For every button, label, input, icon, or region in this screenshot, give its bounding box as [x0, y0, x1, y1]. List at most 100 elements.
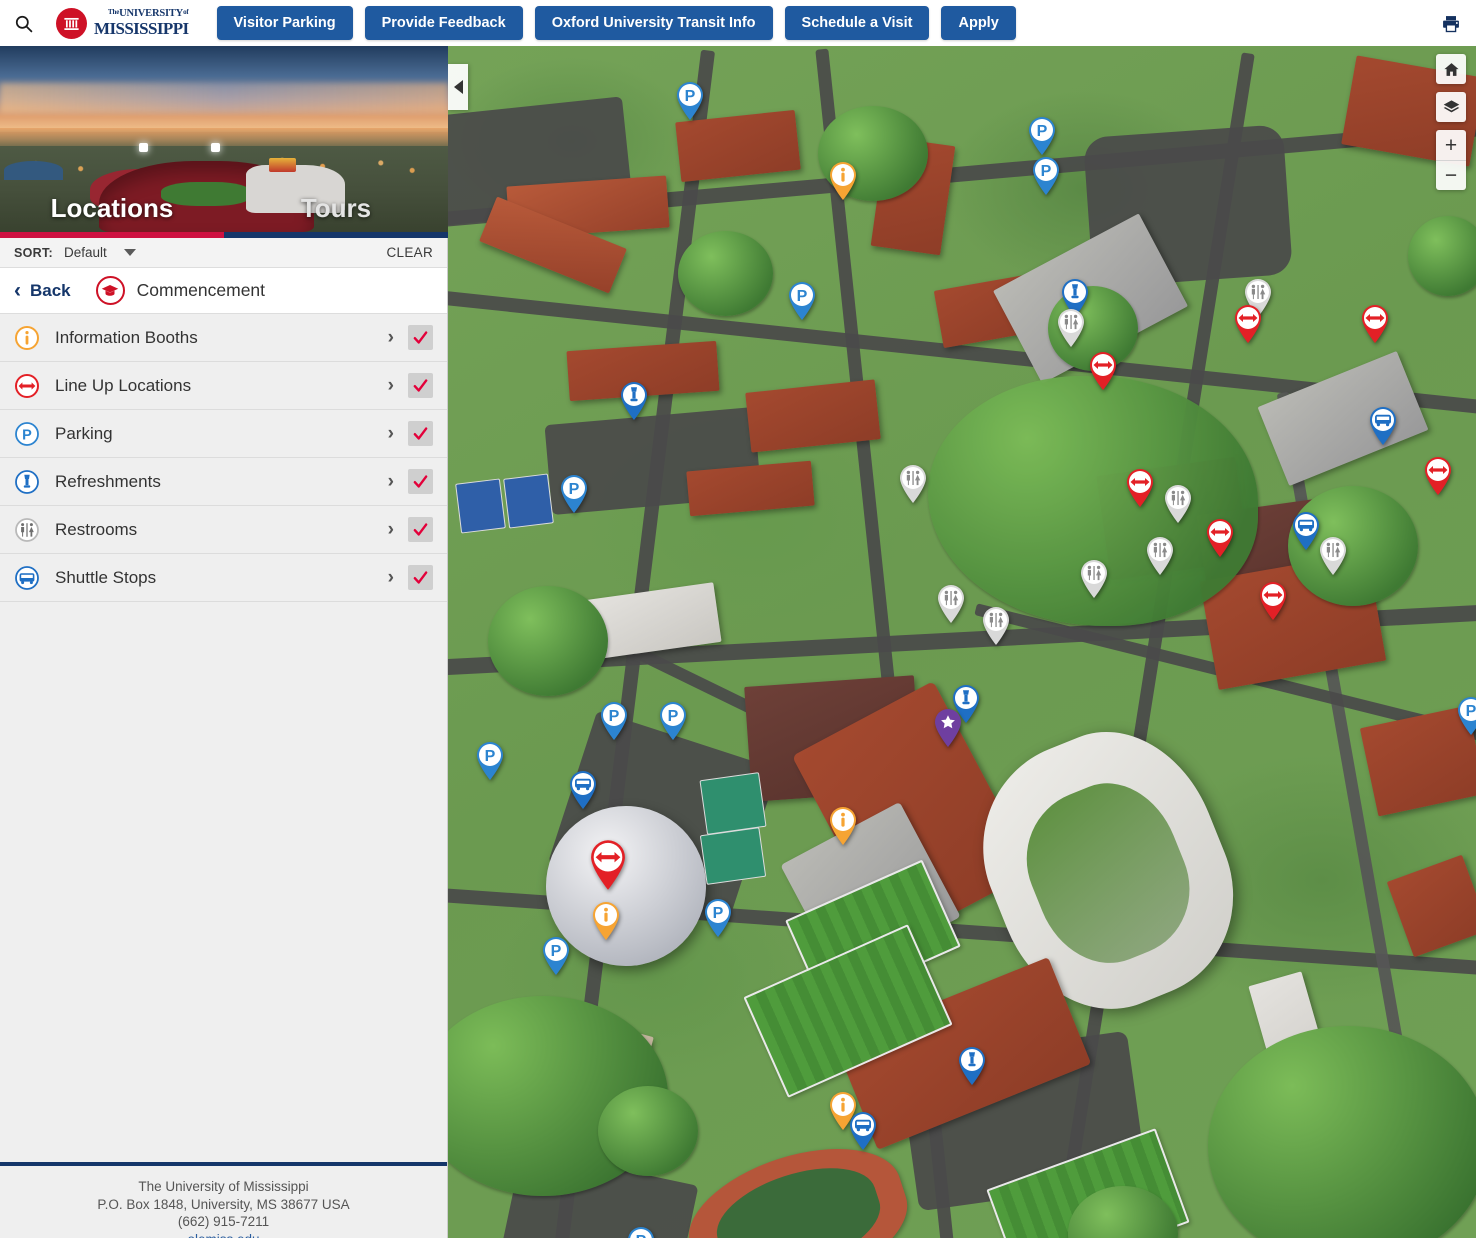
- back-button[interactable]: ‹ Back: [14, 280, 71, 301]
- map-pin-lineup[interactable]: [1258, 581, 1288, 621]
- svg-text:P: P: [22, 427, 32, 443]
- map-pin-restroom[interactable]: [1056, 308, 1086, 348]
- map-pin-parking[interactable]: P: [658, 701, 688, 741]
- provide-feedback-button[interactable]: Provide Feedback: [364, 6, 523, 40]
- ole-miss-crest-icon: [56, 7, 87, 39]
- logo-mississippi: MISSISSIPPI: [94, 19, 189, 39]
- list-item-refreshments[interactable]: Refreshments ›: [0, 458, 447, 506]
- map-pin-lineup[interactable]: [1360, 304, 1390, 344]
- map-pin-shuttle[interactable]: [568, 770, 598, 810]
- map-tennis-court: [699, 827, 767, 885]
- back-and-category-row: ‹ Back Commencement: [0, 268, 447, 314]
- chevron-right-icon[interactable]: ›: [388, 376, 394, 395]
- home-icon[interactable]: [1436, 54, 1466, 84]
- logo-of: of: [183, 7, 189, 16]
- map-pin-restroom[interactable]: [1163, 484, 1193, 524]
- map-pin-info[interactable]: [828, 806, 858, 846]
- checkbox-parking[interactable]: [408, 421, 433, 446]
- map-tennis-court: [699, 772, 767, 835]
- tab-locations[interactable]: Locations: [0, 193, 224, 232]
- search-icon[interactable]: [0, 0, 46, 46]
- checkbox-restrooms[interactable]: [408, 517, 433, 542]
- tab-tours[interactable]: Tours: [224, 193, 448, 232]
- svg-text:P: P: [636, 1233, 647, 1238]
- top-header-bar: TheUNIVERSITYof MISSISSIPPI Visitor Park…: [0, 0, 1476, 46]
- checkbox-line-up-locations[interactable]: [408, 373, 433, 398]
- footer-university-name: The University of Mississippi: [138, 1179, 309, 1194]
- map-pin-parking[interactable]: P: [559, 474, 589, 514]
- map-tennis-court: [503, 473, 554, 529]
- print-icon[interactable]: [1438, 11, 1464, 37]
- map-pin-shuttle[interactable]: [848, 1111, 878, 1151]
- transit-info-button[interactable]: Oxford University Transit Info: [534, 6, 773, 40]
- map-pin-lineup[interactable]: [1205, 518, 1235, 558]
- checkbox-refreshments[interactable]: [408, 469, 433, 494]
- map-pin-parking[interactable]: P: [1456, 696, 1476, 736]
- footer-website-link[interactable]: olemiss.edu: [0, 1231, 447, 1238]
- visitor-parking-button[interactable]: Visitor Parking: [216, 6, 353, 40]
- chevron-left-icon: [453, 80, 463, 94]
- checkbox-shuttle-stops[interactable]: [408, 565, 433, 590]
- map-pin-lineup[interactable]: [1088, 351, 1118, 391]
- apply-button[interactable]: Apply: [941, 6, 1016, 40]
- chevron-right-icon[interactable]: ›: [388, 568, 394, 587]
- zoom-out-button[interactable]: −: [1436, 160, 1466, 190]
- map-pin-parking[interactable]: P: [703, 898, 733, 938]
- sort-label: SORT:: [14, 245, 53, 260]
- map-pin-shuttle[interactable]: [1291, 511, 1321, 551]
- svg-text:P: P: [569, 481, 580, 498]
- map-pin-parking[interactable]: P: [787, 281, 817, 321]
- collapse-panel-button[interactable]: [448, 64, 468, 110]
- zoom-in-button[interactable]: +: [1436, 130, 1466, 160]
- chevron-right-icon[interactable]: ›: [388, 328, 394, 347]
- map-pin-restroom[interactable]: [936, 584, 966, 624]
- university-logo[interactable]: TheUNIVERSITYof MISSISSIPPI: [56, 7, 189, 39]
- chevron-down-icon[interactable]: [123, 249, 136, 256]
- map-pin-parking[interactable]: P: [1031, 156, 1061, 196]
- list-item-restrooms[interactable]: Restrooms ›: [0, 506, 447, 554]
- layers-icon[interactable]: [1436, 92, 1466, 122]
- map-pin-restroom[interactable]: [898, 464, 928, 504]
- svg-text:P: P: [685, 88, 696, 105]
- map-pin-lineup[interactable]: [588, 839, 628, 891]
- svg-text:P: P: [713, 905, 724, 922]
- chevron-right-icon[interactable]: ›: [388, 472, 394, 491]
- map-pin-lineup[interactable]: [1233, 304, 1263, 344]
- map-pin-info[interactable]: [828, 161, 858, 201]
- chevron-right-icon[interactable]: ›: [388, 424, 394, 443]
- layers-control-group: [1436, 92, 1466, 122]
- map-pin-parking[interactable]: P: [541, 936, 571, 976]
- campus-map[interactable]: + − P P P P P P P P P P P P: [448, 46, 1476, 1238]
- map-pin-parking[interactable]: P: [626, 1226, 656, 1238]
- map-pin-restroom[interactable]: [981, 606, 1011, 646]
- svg-text:P: P: [668, 708, 679, 725]
- hero-dome: [4, 161, 63, 180]
- chevron-right-icon[interactable]: ›: [388, 520, 394, 539]
- map-pin-parking[interactable]: P: [475, 741, 505, 781]
- checkbox-information-booths[interactable]: [408, 325, 433, 350]
- map-pin-restroom[interactable]: [1079, 559, 1109, 599]
- list-item-information-booths[interactable]: Information Booths ›: [0, 314, 447, 362]
- map-pin-shuttle[interactable]: [1368, 406, 1398, 446]
- map-pin-info[interactable]: [591, 901, 621, 941]
- map-pin-lineup[interactable]: [1423, 456, 1453, 496]
- list-item-parking[interactable]: P Parking ›: [0, 410, 447, 458]
- map-pin-refreshment[interactable]: [619, 381, 649, 421]
- map-tree-cluster: [598, 1086, 698, 1176]
- map-pin-restroom[interactable]: [1145, 536, 1175, 576]
- map-pin-star[interactable]: [933, 708, 963, 748]
- map-pin-parking[interactable]: P: [1027, 116, 1057, 156]
- parking-circle-icon: P: [14, 421, 40, 447]
- graduation-cap-icon: [95, 276, 125, 305]
- map-pin-lineup[interactable]: [1125, 468, 1155, 508]
- map-pin-refreshment[interactable]: [957, 1046, 987, 1086]
- map-pin-restroom[interactable]: [1318, 536, 1348, 576]
- map-pin-parking[interactable]: P: [675, 81, 705, 121]
- map-pin-parking[interactable]: P: [599, 701, 629, 741]
- sort-value[interactable]: Default: [64, 245, 107, 260]
- list-item-label: Line Up Locations: [55, 375, 192, 395]
- schedule-visit-button[interactable]: Schedule a Visit: [784, 6, 930, 40]
- list-item-shuttle-stops[interactable]: Shuttle Stops ›: [0, 554, 447, 602]
- list-item-line-up-locations[interactable]: Line Up Locations ›: [0, 362, 447, 410]
- clear-button[interactable]: CLEAR: [386, 245, 433, 260]
